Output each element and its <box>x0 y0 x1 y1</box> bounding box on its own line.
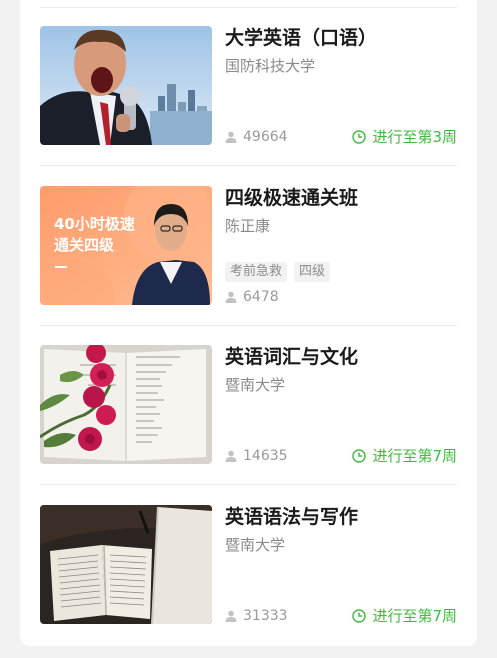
course-progress: 进行至第7周 <box>352 447 457 465</box>
course-card-vocabulary-culture[interactable]: 英语词汇与文化 暨南大学 14635 进行至第7周 <box>40 345 457 485</box>
clock-icon <box>352 449 367 463</box>
course-thumbnail[interactable] <box>40 26 212 145</box>
course-title[interactable]: 英语语法与写作 <box>225 505 358 529</box>
divider <box>40 165 457 166</box>
course-university: 国防科技大学 <box>225 57 316 75</box>
course-tags: 考前急救 四级 <box>225 262 331 282</box>
tag-exam-rescue: 考前急救 <box>225 262 288 282</box>
course-title[interactable]: 四级极速通关班 <box>225 186 358 210</box>
course-teacher: 陈正康 <box>225 217 271 235</box>
course-university: 暨南大学 <box>225 376 286 394</box>
course-progress: 进行至第7周 <box>352 607 457 625</box>
progress-label: 进行至第7周 <box>372 607 457 625</box>
divider <box>40 7 457 8</box>
course-list-panel: 大学英语（口语） 国防科技大学 49664 进行至第3周 40小时极速 通关四级… <box>20 0 477 646</box>
roses-on-open-book-image <box>40 345 212 464</box>
tag-cet4: 四级 <box>294 262 331 282</box>
progress-label: 进行至第7周 <box>372 447 457 465</box>
clock-icon <box>352 609 367 623</box>
person-icon <box>225 131 237 143</box>
student-count: 49664 <box>225 128 288 146</box>
course-thumbnail[interactable]: 40小时极速 通关四级 <box>40 186 212 305</box>
student-count-value: 14635 <box>243 448 288 464</box>
student-count-value: 49664 <box>243 129 288 145</box>
course-card-cet4-crash[interactable]: 40小时极速 通关四级 四级极速通关班 陈正康 考前急救 四级 6478 <box>40 186 457 326</box>
course-card-spoken-english[interactable]: 大学英语（口语） 国防科技大学 49664 进行至第3周 <box>40 26 457 166</box>
student-count-value: 6478 <box>243 289 279 305</box>
course-university: 暨南大学 <box>225 536 286 554</box>
student-count-value: 31333 <box>243 608 288 624</box>
person-icon <box>225 291 237 303</box>
student-count: 6478 <box>225 288 279 306</box>
shouting-businessman-image <box>40 26 212 145</box>
course-title[interactable]: 英语词汇与文化 <box>225 345 358 369</box>
person-icon <box>225 450 237 462</box>
course-thumbnail[interactable] <box>40 505 212 624</box>
open-bible-on-table-image <box>40 505 212 624</box>
student-count: 14635 <box>225 447 288 465</box>
course-progress: 进行至第3周 <box>352 128 457 146</box>
divider <box>40 325 457 326</box>
thumbnail-caption: 40小时极速 通关四级 <box>54 215 135 254</box>
course-card-grammar-writing[interactable]: 英语语法与写作 暨南大学 31333 进行至第7周 <box>40 505 457 625</box>
caption-underline <box>55 266 67 268</box>
progress-label: 进行至第3周 <box>372 128 457 146</box>
person-icon <box>225 610 237 622</box>
clock-icon <box>352 130 367 144</box>
divider <box>40 484 457 485</box>
course-title[interactable]: 大学英语（口语） <box>225 26 377 50</box>
student-count: 31333 <box>225 607 288 625</box>
course-thumbnail[interactable] <box>40 345 212 464</box>
